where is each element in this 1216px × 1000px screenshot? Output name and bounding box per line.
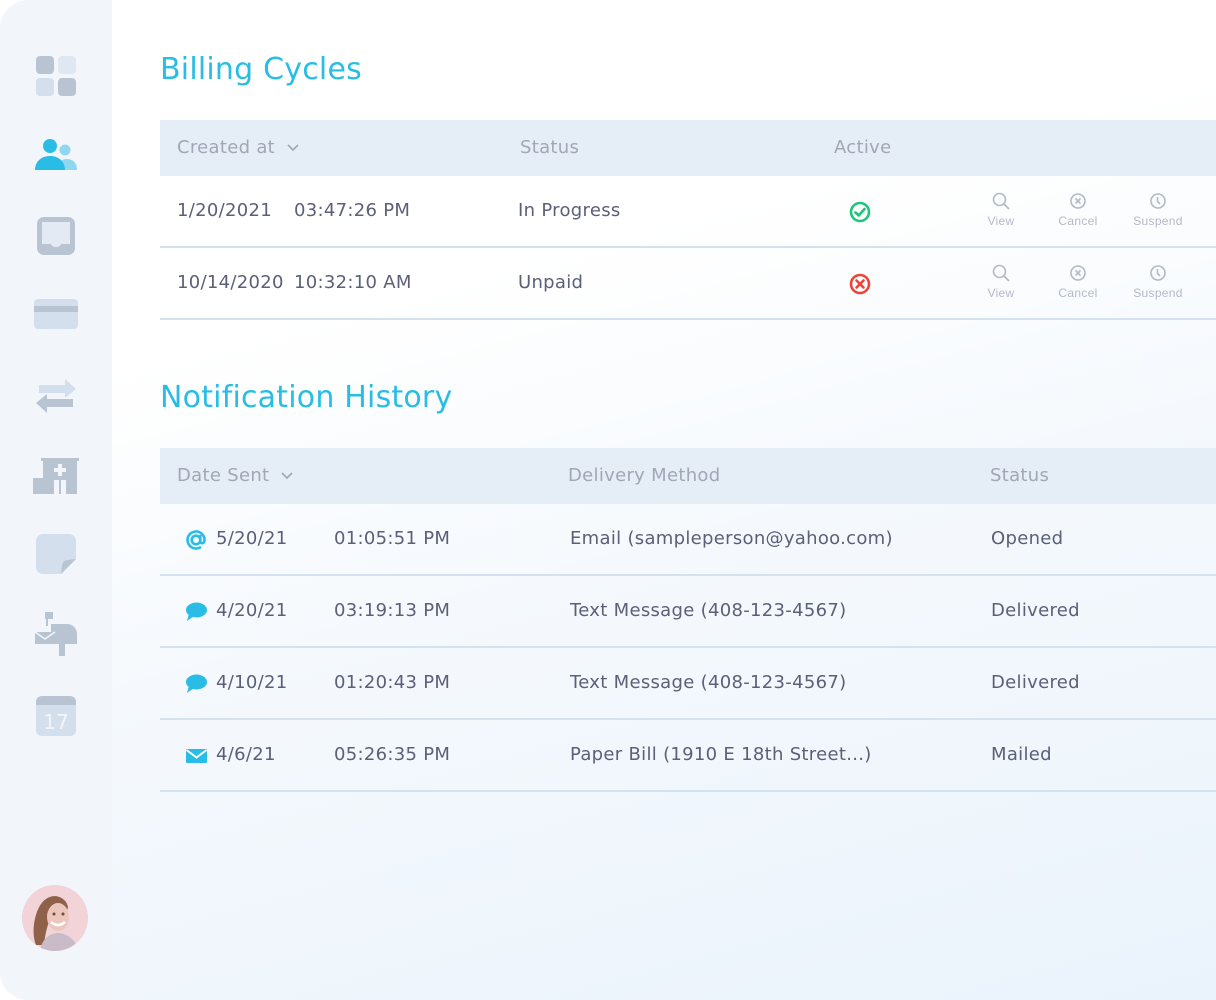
billing-cycles-title: Billing Cycles (160, 52, 362, 87)
sidebar-item-users[interactable] (32, 130, 80, 178)
table-row: 5/20/21 01:05:51 PM Email (sampleperson@… (160, 504, 1216, 576)
hospital-icon (33, 458, 79, 494)
sidebar-item-billing[interactable] (32, 290, 80, 338)
delivery-status: Opened (991, 528, 1064, 549)
sticky-note-icon (36, 534, 76, 574)
users-icon (35, 139, 77, 170)
sidebar-item-inbox[interactable] (32, 212, 80, 260)
sidebar-item-transfers[interactable] (32, 372, 80, 420)
column-status: Status (520, 137, 580, 158)
chat-bubble-icon (186, 674, 207, 693)
column-date-sent-sort[interactable]: Date Sent (177, 448, 294, 504)
delivery-method: Text Message (408-123-4567) (570, 672, 847, 693)
sidebar-item-dashboard[interactable] (32, 52, 80, 100)
clock-icon (1150, 265, 1166, 281)
date-sent: 4/6/21 (216, 744, 276, 765)
delivery-method: Email (sampleperson@yahoo.com) (570, 528, 893, 549)
view-label: View (987, 214, 1015, 228)
transfer-arrows-icon (36, 379, 76, 413)
table-header: Created at Status Active (160, 120, 1216, 176)
main-content: Billing Cycles Created at Status Active … (160, 0, 1216, 1000)
date-sent: 5/20/21 (216, 528, 288, 549)
grid-icon (36, 56, 76, 96)
suspend-label: Suspend (1133, 214, 1183, 228)
chevron-down-icon (287, 144, 299, 152)
calendar-icon: 17 (36, 696, 76, 736)
time-sent: 03:19:13 PM (334, 600, 451, 621)
suspend-button[interactable]: Suspend (1123, 264, 1193, 300)
created-time: 03:47:26 PM (294, 200, 411, 221)
view-button[interactable]: View (966, 264, 1036, 300)
app-window: 17 Billing Cycles Created at Status Acti… (0, 0, 1216, 1000)
search-icon (992, 192, 1010, 210)
created-date: 1/20/2021 (177, 200, 272, 221)
table-header: Date Sent Delivery Method Status (160, 448, 1216, 504)
date-sent: 4/20/21 (216, 600, 288, 621)
time-sent: 01:05:51 PM (334, 528, 451, 549)
time-sent: 05:26:35 PM (334, 744, 451, 765)
delivery-status: Delivered (991, 672, 1080, 693)
billing-cycles-table: Created at Status Active 1/20/2021 03:47… (160, 120, 1216, 320)
user-avatar-icon (22, 885, 88, 951)
cancel-circle-icon (1070, 193, 1086, 209)
sidebar-item-notes[interactable] (32, 530, 80, 578)
table-row: 4/10/21 01:20:43 PM Text Message (408-12… (160, 648, 1216, 720)
table-row: 4/6/21 05:26:35 PM Paper Bill (1910 E 18… (160, 720, 1216, 792)
cancel-circle-icon (1070, 265, 1086, 281)
calendar-day: 17 (43, 710, 68, 734)
column-created-at-sort[interactable]: Created at (177, 120, 299, 176)
avatar[interactable] (22, 885, 88, 951)
delivery-status: Delivered (991, 600, 1080, 621)
notification-history-table: Date Sent Delivery Method Status 5/20/21… (160, 448, 1216, 792)
delivery-method: Paper Bill (1910 E 18th Street...) (570, 744, 872, 765)
column-created-at-label: Created at (177, 137, 276, 158)
chevron-down-icon (281, 472, 294, 480)
status-text: Unpaid (518, 272, 584, 293)
x-circle-icon (849, 273, 871, 295)
date-sent: 4/10/21 (216, 672, 288, 693)
status-text: In Progress (518, 200, 621, 221)
search-icon (992, 264, 1010, 282)
suspend-button[interactable]: Suspend (1123, 192, 1193, 228)
delivery-method: Text Message (408-123-4567) (570, 600, 847, 621)
table-row: 1/20/2021 03:47:26 PM In Progress View C… (160, 176, 1216, 248)
column-active: Active (834, 137, 892, 158)
delivery-status: Mailed (991, 744, 1052, 765)
sidebar-item-calendar[interactable]: 17 (32, 692, 80, 740)
time-sent: 01:20:43 PM (334, 672, 451, 693)
cancel-button[interactable]: Cancel (1043, 192, 1113, 228)
inbox-tray-icon (37, 217, 75, 255)
column-date-sent-label: Date Sent (177, 465, 270, 486)
cancel-label: Cancel (1058, 286, 1098, 300)
column-status: Status (990, 465, 1050, 486)
notification-history-title: Notification History (160, 380, 453, 415)
mailbox-icon (35, 612, 77, 656)
at-sign-icon (186, 530, 206, 550)
created-date: 10/14/2020 (177, 272, 284, 293)
check-circle-icon (849, 201, 871, 223)
sidebar-item-hospital[interactable] (32, 452, 80, 500)
view-button[interactable]: View (966, 192, 1036, 228)
chat-bubble-icon (186, 602, 207, 621)
cancel-label: Cancel (1058, 214, 1098, 228)
credit-card-icon (34, 299, 78, 329)
column-delivery-method: Delivery Method (568, 465, 721, 486)
cancel-button[interactable]: Cancel (1043, 264, 1113, 300)
clock-icon (1150, 193, 1166, 209)
view-label: View (987, 286, 1015, 300)
table-row: 10/14/2020 10:32:10 AM Unpaid View Cance… (160, 248, 1216, 320)
suspend-label: Suspend (1133, 286, 1183, 300)
table-row: 4/20/21 03:19:13 PM Text Message (408-12… (160, 576, 1216, 648)
created-time: 10:32:10 AM (294, 272, 412, 293)
sidebar-item-mailbox[interactable] (32, 610, 80, 658)
envelope-icon (185, 749, 208, 763)
sidebar: 17 (0, 0, 112, 1000)
